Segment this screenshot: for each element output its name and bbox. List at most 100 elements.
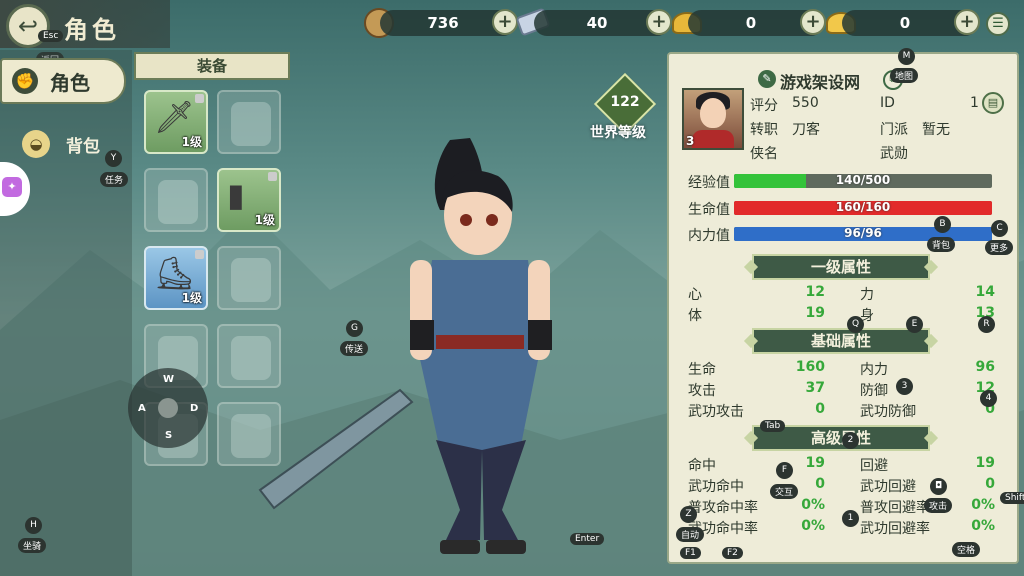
advanced-stat-label: 普攻回避率 — [860, 500, 930, 516]
currency-silver: 40 + — [534, 9, 672, 36]
mouse-icon: ◘ — [930, 478, 947, 495]
bag-b-label[interactable]: 背包 — [927, 237, 956, 252]
advanced-stat-label: 普攻命中率 — [688, 500, 758, 516]
advanced-stat-value: 0% — [971, 518, 995, 534]
primary-stat-label: 力 — [860, 287, 874, 303]
esc-key-hint: Esc — [38, 30, 64, 42]
equip-slot-boots[interactable]: ⛸ 1级 — [144, 246, 208, 310]
add-gold-bound-button[interactable]: + — [800, 9, 826, 35]
nav-character-tab[interactable]: ✊ 角色 — [0, 58, 126, 104]
movement-joystick[interactable]: W A D S — [128, 368, 208, 448]
equipment-header: 装备 — [134, 52, 290, 80]
interact-label[interactable]: 交互 — [770, 484, 799, 499]
add-coin-button[interactable]: + — [492, 9, 518, 35]
gamepad-icon: ✦ — [2, 177, 22, 197]
avatar: 3 — [682, 88, 744, 150]
hp-label: 生命值 — [688, 202, 730, 218]
basic-stat-label: 内力 — [860, 362, 888, 378]
bag-b-key-hint: B — [934, 216, 951, 233]
primary-stat-value: 19 — [805, 305, 825, 321]
advanced-stat-value: 0% — [971, 497, 995, 513]
currency-gold-bound-value: 0 — [745, 14, 757, 32]
nav-character-label: 角色 — [50, 70, 90, 95]
mp-label: 内力值 — [688, 228, 730, 244]
primary-stat-value: 12 — [805, 284, 825, 300]
bag-icon: ◒ — [22, 130, 50, 158]
advanced-stat-label: 武功命中 — [688, 479, 744, 495]
joystick-knob[interactable] — [158, 398, 178, 418]
q-key-hint: Q — [847, 316, 864, 333]
f-key-hint: F — [776, 462, 793, 479]
num2-key-hint: 2 — [842, 432, 859, 449]
basic-stat-value: 160 — [795, 359, 825, 375]
class-value: 刀客 — [792, 122, 820, 138]
add-silver-button[interactable]: + — [646, 9, 672, 35]
basic-stat-label: 攻击 — [688, 383, 716, 399]
world-level-label: 世界等级 — [590, 125, 646, 141]
fist-icon: ✊ — [12, 68, 38, 94]
auto-label[interactable]: 自动 — [676, 527, 705, 542]
lock-tag-icon — [195, 250, 204, 259]
character-model — [258, 138, 552, 554]
sect-label: 门派 — [880, 122, 908, 138]
left-nav-panel — [0, 50, 132, 576]
r-key-hint: R — [978, 316, 995, 333]
f2-key-hint: F2 — [722, 547, 743, 559]
primary-stats-header: 一级属性 — [752, 254, 930, 280]
nav-bag-label: 背包 — [66, 136, 100, 157]
primary-stat-label: 心 — [688, 287, 702, 303]
merit-label: 武勋 — [880, 146, 908, 162]
space-label[interactable]: 空格 — [952, 542, 981, 557]
sect-value: 暂无 — [922, 122, 950, 138]
hp-bar: 160/160 — [734, 201, 992, 215]
equip-level: 1级 — [181, 291, 202, 305]
primary-stat-value: 14 — [975, 284, 995, 300]
nav-bag-tab[interactable]: ◒ 背包 — [22, 130, 100, 158]
joystick-right-key: D — [190, 403, 199, 414]
map-label[interactable]: 地图 — [890, 68, 919, 83]
basic-stats-header: 基础属性 — [752, 328, 930, 354]
equip-level: 1级 — [181, 135, 202, 149]
advanced-stat-label: 武功回避率 — [860, 521, 930, 537]
hero-title-label: 侠名 — [750, 146, 778, 162]
document-icon: ▤ — [987, 96, 999, 109]
basic-stat-value: 37 — [805, 380, 825, 396]
advanced-stat-value: 0 — [985, 476, 995, 492]
tab-key-hint: Tab — [760, 420, 786, 432]
score-value: 550 — [792, 95, 819, 111]
mount-key-hint: H — [25, 517, 42, 534]
add-gold-button[interactable]: + — [954, 9, 980, 35]
id-card-button[interactable]: ▤ — [982, 92, 1004, 114]
advanced-stat-label: 回避 — [860, 458, 888, 474]
exp-bar: 140/500 — [734, 174, 992, 188]
world-level-value: 122 — [610, 94, 640, 110]
page-title: 角色 — [64, 16, 120, 44]
currency-silver-value: 40 — [586, 14, 608, 32]
num4-key-hint: 4 — [980, 390, 997, 407]
shift-key-hint: Shift — [1000, 492, 1024, 504]
more-key-hint: C — [991, 220, 1008, 237]
mount-label[interactable]: 坐骑 — [18, 538, 47, 553]
basic-stat-value: 96 — [975, 359, 995, 375]
helmet-placeholder-icon — [158, 180, 198, 224]
basic-stat-label: 防御 — [860, 383, 888, 399]
equip-slot-sword[interactable]: 🗡 1级 — [144, 90, 208, 154]
currency-gold-bound: 0 + — [688, 9, 826, 36]
back-arrow-icon: ↩ — [17, 12, 39, 40]
advanced-stat-value: 19 — [975, 455, 995, 471]
equip-slot-helmet[interactable] — [144, 168, 208, 232]
joystick-left-key: A — [138, 403, 146, 414]
more-label[interactable]: 更多 — [985, 240, 1014, 255]
menu-button[interactable]: ☰ — [986, 12, 1010, 36]
hp-bar-text: 160/160 — [835, 201, 891, 214]
attack-label[interactable]: 攻击 — [924, 498, 953, 513]
id-value: 1 — [970, 95, 979, 111]
joystick-down-key: S — [165, 430, 173, 441]
currency-coin: 736 + — [380, 9, 518, 36]
advanced-stat-label: 命中 — [688, 458, 716, 474]
primary-stat-label: 体 — [688, 308, 702, 324]
advanced-stat-label: 武功回避 — [860, 479, 916, 495]
basic-stat-label: 武功攻击 — [688, 404, 744, 420]
basic-stat-label: 武功防御 — [860, 404, 916, 420]
edit-name-icon[interactable]: ✎ — [758, 70, 776, 88]
